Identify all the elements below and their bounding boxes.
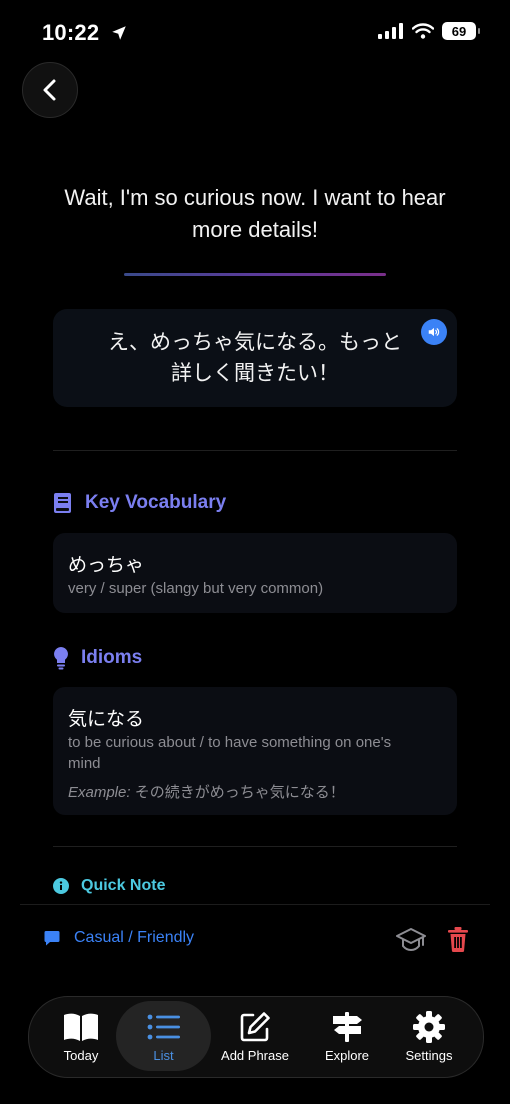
vocabulary-title: Key Vocabulary [85,492,227,513]
chat-bubble-icon [44,931,60,946]
tab-today[interactable]: Today [48,1001,114,1071]
status-time: 10:22 [42,20,128,46]
vocabulary-term: めっちゃ [68,555,145,576]
english-phrase: Wait, I'm so curious now. I want to hear… [64,185,446,242]
gradient-divider [124,273,386,276]
chevron-left-icon [43,79,56,101]
tone-text: Casual / Friendly [74,929,195,946]
quick-note-header: Quick Note [53,877,165,895]
idioms-title: Idioms [81,647,143,668]
vocabulary-meaning: very / super (slangy but very common) [68,580,324,597]
wifi-icon [412,23,434,39]
example-text: その続きがめっちゃ気になる！ [134,784,345,801]
japanese-phrase: え、めっちゃ気になる。もっと 詳しく聞きたい！ [108,331,402,385]
play-audio-button[interactable] [421,319,447,345]
idiom-meaning: to be curious about / to have something … [68,734,392,772]
vocabulary-card: めっちゃ very / super (slangy but very commo… [53,533,457,613]
battery-indicator: 69 [442,22,480,40]
bottom-divider [20,904,490,905]
speaker-icon [428,327,440,337]
back-button[interactable] [22,62,78,118]
battery-level: 69 [451,23,467,39]
section-divider [53,450,457,451]
tab-today-label: Today [63,1048,99,1063]
book-icon [54,493,71,513]
tab-list[interactable]: List [116,1001,211,1071]
tab-settings[interactable]: Settings [396,1001,462,1071]
idiom-term: 気になる [68,709,145,730]
cellular-signal-icon [378,23,403,39]
location-arrow-icon [111,26,126,40]
status-time-text: 10:22 [42,20,100,45]
example-label: Example: [68,784,131,801]
tab-explore-label: Explore [324,1048,370,1063]
trash-icon [448,927,468,952]
tab-add-phrase[interactable]: Add Phrase [214,1001,296,1071]
book-open-icon [64,1013,98,1041]
info-icon [53,878,69,894]
gear-icon [413,1011,445,1043]
status-indicators: 69 [378,22,480,40]
idioms-header: Idioms [53,646,142,670]
delete-button[interactable] [447,926,469,957]
tab-settings-label: Settings [405,1048,453,1063]
lightbulb-icon [54,647,68,670]
tab-list-label: List [153,1048,174,1063]
list-icon [147,1014,180,1040]
signpost-icon [333,1012,362,1042]
section-divider [53,846,457,847]
tab-explore[interactable]: Explore [314,1001,380,1071]
vocabulary-header: Key Vocabulary [53,492,226,514]
edit-icon [240,1012,270,1042]
idiom-example: Example: その続きがめっちゃ気になる！ [68,781,345,802]
idiom-card: 気になる to be curious about / to have somet… [53,687,457,815]
mark-learned-button[interactable] [396,926,426,959]
tab-add-phrase-label: Add Phrase [221,1048,289,1063]
quick-note-title: Quick Note [81,877,166,894]
graduation-cap-icon [396,928,426,952]
tone-label: Casual / Friendly [44,929,194,947]
